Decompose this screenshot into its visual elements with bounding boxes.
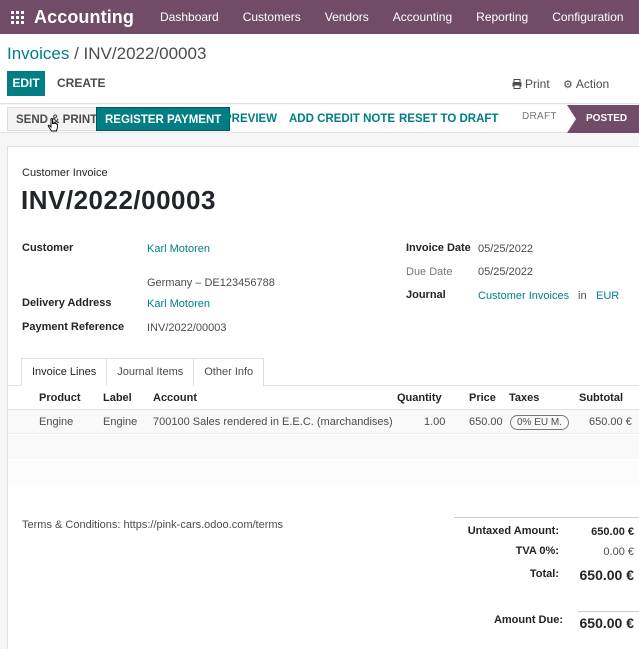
control-panel: Invoices / INV/2022/00003 EDIT CREATE Pr… [0,34,639,104]
amount-due-label: Amount Due: [493,614,563,626]
payment-reference-label: Payment Reference [22,321,125,333]
tab-journal-items[interactable]: Journal Items [106,358,195,386]
breadcrumb: Invoices / INV/2022/00003 [7,44,206,64]
customer-link[interactable]: Karl Motoren [147,243,210,255]
total-label: Total: [529,568,559,580]
tax-badge: 0% EU M. [510,415,570,430]
breadcrumb-current: INV/2022/00003 [83,44,207,63]
print-icon [512,79,522,89]
untaxed-amount-label: Untaxed Amount: [467,525,559,537]
invoice-type-label: Customer Invoice [22,167,108,179]
apps-menu-icon[interactable] [0,0,34,34]
invoice-number-title: INV/2022/00003 [21,185,216,215]
tva-value: 0.00 € [603,546,634,558]
column-label[interactable]: Label [103,392,132,404]
table-row[interactable]: Engine Engine 700100 Sales rendered in E… [8,410,639,434]
line-label: Engine [103,416,138,428]
journal-label: Journal [406,289,446,301]
line-product: Engine [39,416,74,428]
line-subtotal: 650.00 € [589,416,632,428]
total-value: 650.00 € [579,567,635,583]
hand-cursor-icon [47,118,58,132]
column-account[interactable]: Account [153,392,197,404]
column-subtotal[interactable]: Subtotal [579,392,623,404]
due-date-label: Due Date [406,266,453,278]
gear-icon: ⚙ [563,78,573,91]
customer-address: Germany – DE123456788 [147,277,275,289]
action-dropdown[interactable]: ⚙ Action [563,77,609,91]
tab-invoice-lines[interactable]: Invoice Lines [21,358,108,386]
register-payment-button[interactable]: REGISTER PAYMENT [96,107,231,131]
menu-configuration[interactable]: Configuration [540,0,635,34]
currency-link[interactable]: EUR [596,290,619,302]
column-taxes[interactable]: Taxes [509,392,539,404]
add-credit-note-button[interactable]: ADD CREDIT NOTE [281,107,403,131]
edit-button[interactable]: EDIT [7,71,45,96]
column-price[interactable]: Price [469,392,496,404]
customer-label: Customer [22,242,74,254]
untaxed-amount-value: 650.00 € [591,526,634,538]
notebook-tabs: Invoice Lines Journal Items Other Info [21,358,265,386]
column-product[interactable]: Product [39,392,81,404]
empty-row [8,435,639,459]
lines-table-header: Product Label Account Quantity Price Tax… [8,386,639,410]
print-label: Print [525,77,550,91]
breadcrumb-invoices[interactable]: Invoices [7,44,69,63]
line-account: 700100 Sales rendered in E.E.C. (marchan… [153,416,393,428]
line-quantity: 1.00 [424,416,446,428]
amount-due-value: 650.00 € [579,615,635,631]
column-quantity[interactable]: Quantity [397,392,442,404]
menu-dashboard[interactable]: Dashboard [148,0,231,34]
menu-vendors[interactable]: Vendors [313,0,381,34]
form-statusbar: SEND & PRINT REGISTER PAYMENT PREVIEW AD… [0,105,639,133]
app-name[interactable]: Accounting [34,7,134,28]
amount-due-divider [578,611,639,612]
print-dropdown[interactable]: Print [512,77,550,91]
line-price: 650.00 [469,416,503,428]
invoice-form-sheet: Customer Invoice INV/2022/00003 Customer… [7,146,639,649]
menu-customers[interactable]: Customers [231,0,313,34]
empty-row [8,460,639,484]
action-label: Action [575,77,610,91]
tab-other-info[interactable]: Other Info [193,358,265,386]
totals-divider [454,517,639,518]
breadcrumb-separator: / [69,44,84,63]
payment-reference-value: INV/2022/00003 [147,322,227,334]
journal-link[interactable]: Customer Invoices [478,290,569,302]
tva-label: TVA 0%: [515,545,559,557]
top-navbar: Accounting Dashboard Customers Vendors A… [0,0,639,34]
menu-reporting[interactable]: Reporting [464,0,540,34]
terms-and-conditions: Terms & Conditions: https://pink-cars.od… [22,519,284,531]
delivery-address-label: Delivery Address [22,297,112,309]
menu-accounting[interactable]: Accounting [381,0,464,34]
reset-to-draft-button[interactable]: RESET TO DRAFT [391,107,506,131]
delivery-address-link[interactable]: Karl Motoren [147,298,210,310]
due-date-value: 05/25/2022 [478,266,534,278]
stage-posted[interactable]: POSTED [567,105,639,133]
create-button[interactable]: CREATE [57,71,105,96]
stage-draft[interactable]: DRAFT [522,111,557,122]
invoice-date-value: 05/25/2022 [478,243,534,255]
invoice-date-label: Invoice Date [406,242,471,254]
journal-in-text: in [578,290,587,302]
preview-button[interactable]: PREVIEW [216,107,285,131]
